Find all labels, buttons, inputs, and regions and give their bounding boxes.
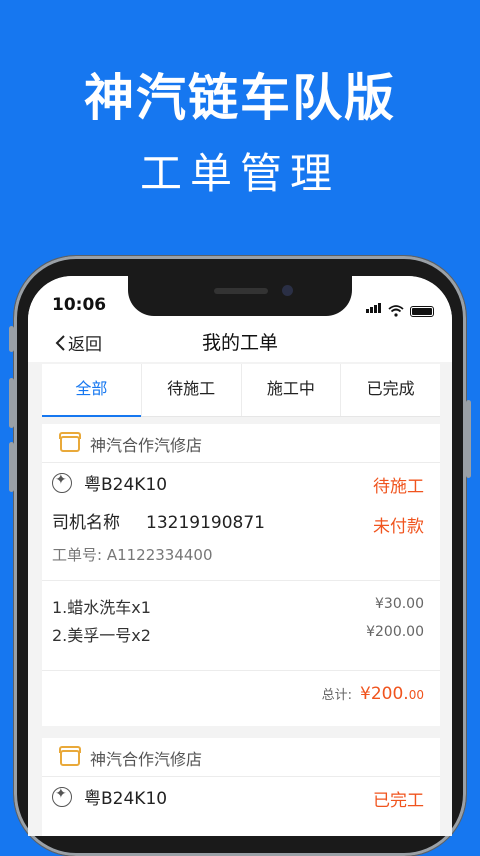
order-status: 已完工 xyxy=(373,791,424,811)
shop-name: 神汽合作汽修店 xyxy=(90,436,203,455)
driver-phone: 13219190871 xyxy=(146,513,265,533)
tab-all[interactable]: 全部 xyxy=(42,364,142,417)
total-amount-cents: 00 xyxy=(408,688,424,702)
order-number: 工单号: A1122334400 xyxy=(52,546,213,564)
phone-volume-up-button xyxy=(9,378,14,428)
speaker xyxy=(214,288,268,294)
camera xyxy=(282,285,293,296)
order-total: 总计: ¥200.00 xyxy=(322,684,424,704)
order-card[interactable]: 神汽合作汽修店 粤B24K10 已完工 xyxy=(42,738,440,836)
total-label: 总计: xyxy=(321,688,353,703)
total-amount: ¥200.00 xyxy=(360,684,424,704)
wifi-icon xyxy=(388,305,404,317)
total-amount-main: ¥200. xyxy=(360,684,409,704)
car-brand-icon xyxy=(52,786,72,807)
status-time: 10:06 xyxy=(52,295,107,315)
car-brand-icon xyxy=(52,472,72,493)
divider xyxy=(42,580,440,581)
order-tabs: 全部 待施工 施工中 已完成 xyxy=(42,364,440,417)
notch xyxy=(128,276,352,316)
service-item: 1.蜡水洗车x1 xyxy=(52,598,151,617)
driver-name: 司机名称 xyxy=(52,513,120,533)
tab-in-progress[interactable]: 施工中 xyxy=(242,364,342,416)
payment-status: 未付款 xyxy=(373,517,424,537)
order-card[interactable]: 神汽合作汽修店 粤B24K10 待施工 司机名称13219190871 未付款 … xyxy=(42,424,440,726)
divider xyxy=(42,776,440,777)
service-price: ¥30.00 xyxy=(375,596,424,612)
banner-subtitle: 工单管理 xyxy=(139,149,340,198)
battery-icon xyxy=(410,306,434,317)
plate-number: 粤B24K10 xyxy=(84,475,168,495)
driver-row: 司机名称 13219190871 xyxy=(52,508,265,533)
tab-pending[interactable]: 待施工 xyxy=(142,364,242,416)
divider xyxy=(42,462,440,463)
phone-mute-button xyxy=(9,326,14,352)
tab-completed[interactable]: 已完成 xyxy=(341,364,440,416)
vehicle-row: 粤B24K10 xyxy=(52,784,167,809)
shop-header: 神汽合作汽修店 xyxy=(59,432,203,456)
shop-icon xyxy=(59,432,81,452)
phone-volume-down-button xyxy=(9,442,14,492)
order-status: 待施工 xyxy=(373,477,424,497)
signal-icon xyxy=(366,298,382,317)
banner-title: 神汽链车队版 xyxy=(84,69,396,127)
plate-number: 粤B24K10 xyxy=(84,789,168,809)
shop-name: 神汽合作汽修店 xyxy=(90,750,203,769)
service-price: ¥200.00 xyxy=(366,624,424,640)
service-item: 2.美孚一号x2 xyxy=(52,626,151,645)
vehicle-row: 粤B24K10 xyxy=(52,470,167,495)
shop-icon xyxy=(59,746,81,766)
divider xyxy=(42,670,440,671)
shop-header: 神汽合作汽修店 xyxy=(59,746,203,770)
navbar: 返回 我的工单 xyxy=(28,320,452,362)
page-title: 我的工单 xyxy=(201,332,278,354)
phone-power-button xyxy=(466,400,471,478)
phone-screen: 10:06 返回 我的工单 全部 待施工 施工中 已完成 神汽合作汽修店 ✦ 粤… xyxy=(28,276,452,836)
